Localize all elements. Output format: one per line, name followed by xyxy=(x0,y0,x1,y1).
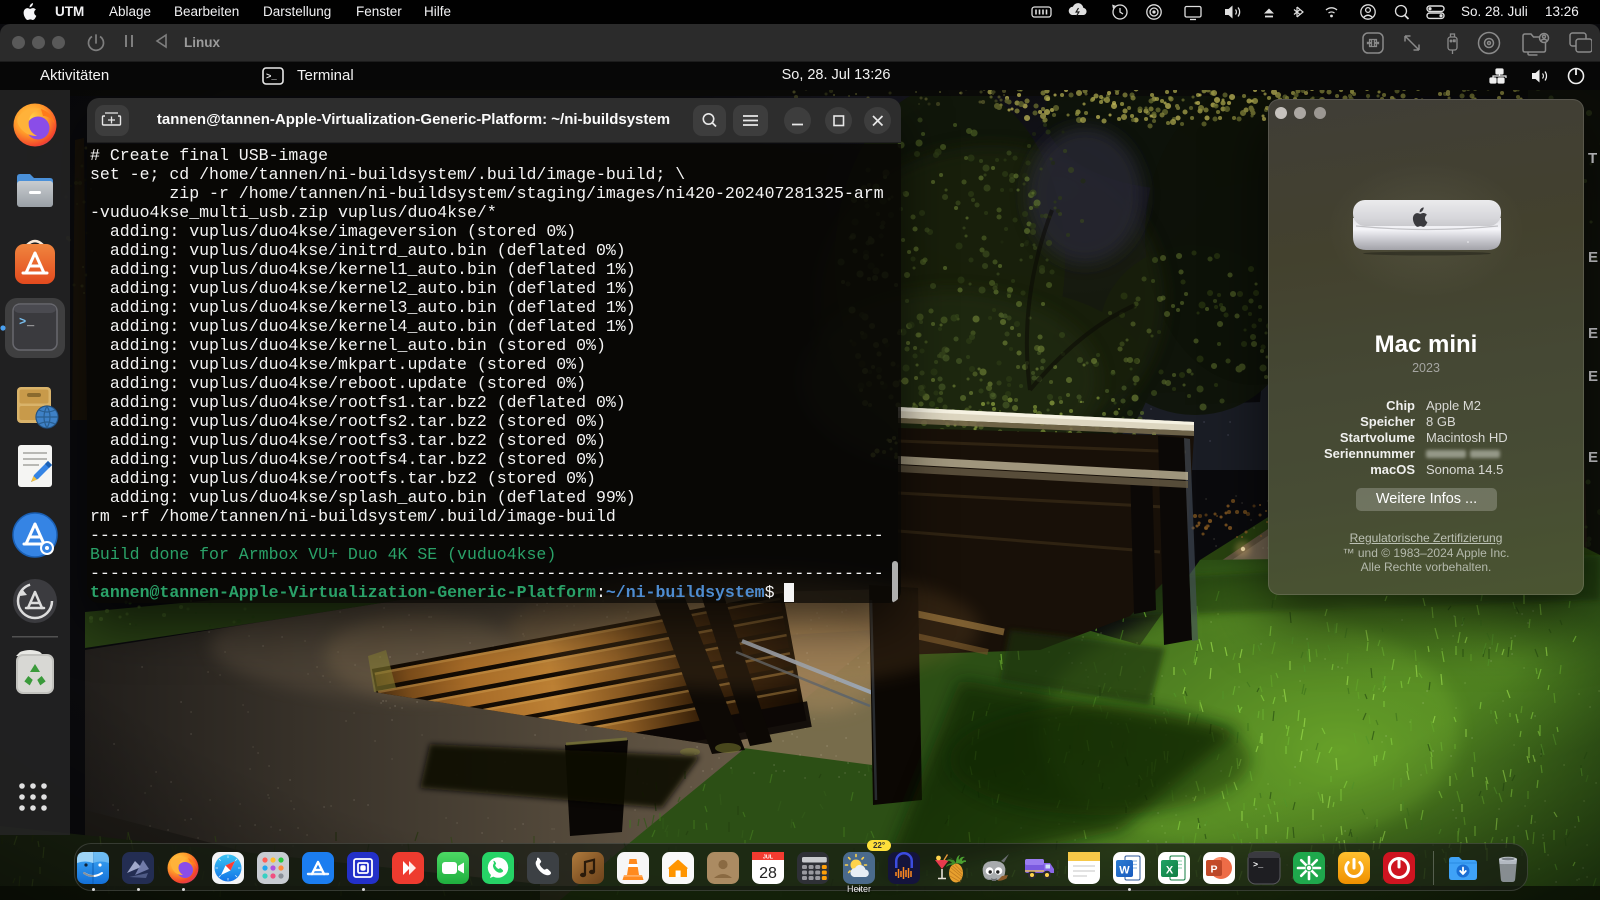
svg-text:E: E xyxy=(1588,368,1598,385)
svg-text:>_: >_ xyxy=(266,72,277,82)
svg-text:E: E xyxy=(1588,449,1598,466)
svg-text:P: P xyxy=(1210,864,1217,876)
svg-text:JUL: JUL xyxy=(763,854,774,860)
svg-text:_: _ xyxy=(26,315,35,329)
svg-text:E: E xyxy=(1588,325,1598,342)
svg-text:T: T xyxy=(1588,150,1597,167)
svg-text:E: E xyxy=(1588,249,1598,266)
svg-text:X: X xyxy=(1166,865,1174,877)
svg-text:W: W xyxy=(1119,865,1130,877)
svg-text:>: > xyxy=(19,315,26,329)
svg-text:28: 28 xyxy=(759,865,777,882)
svg-text:>_: >_ xyxy=(1253,860,1264,870)
